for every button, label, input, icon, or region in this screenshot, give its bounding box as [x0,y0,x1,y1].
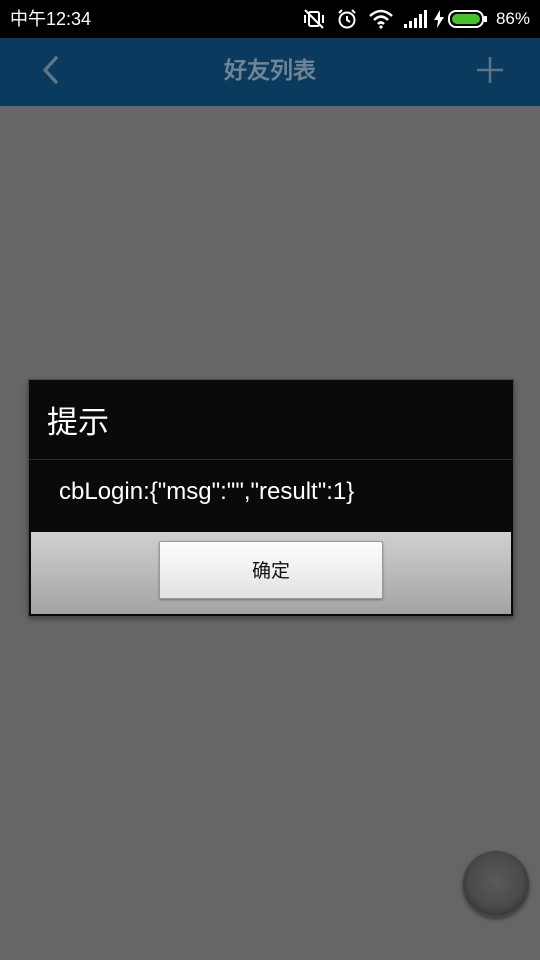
dialog-button-bar: 确定 [31,532,511,614]
dialog-divider [29,459,513,460]
status-bar: 中午12:34 86% [0,0,540,38]
screen: 中午12:34 86% 好友列表 提示 cbLogin:{"msg":"","r… [0,0,540,960]
dialog-message: cbLogin:{"msg":"","result":1} [59,478,355,505]
add-friend-button[interactable] [470,52,510,92]
app-header: 好友列表 [0,38,540,106]
plus-icon [475,55,505,89]
battery-percent: 86% [495,9,530,28]
alert-dialog: 提示 cbLogin:{"msg":"","result":1} 确定 [29,380,513,616]
assistive-ball-icon[interactable] [463,851,529,917]
alarm-icon [336,8,358,30]
status-icons: 86% [292,0,530,38]
dialog-title: 提示 [47,405,109,441]
battery-icon [447,10,488,28]
status-time: 中午12:34 [10,9,92,29]
page-title: 好友列表 [224,58,316,84]
ok-button[interactable]: 确定 [159,541,383,599]
vibrate-mute-icon [302,8,326,30]
charging-icon [433,10,444,28]
wifi-icon [368,9,394,29]
signal-icon [403,10,428,28]
